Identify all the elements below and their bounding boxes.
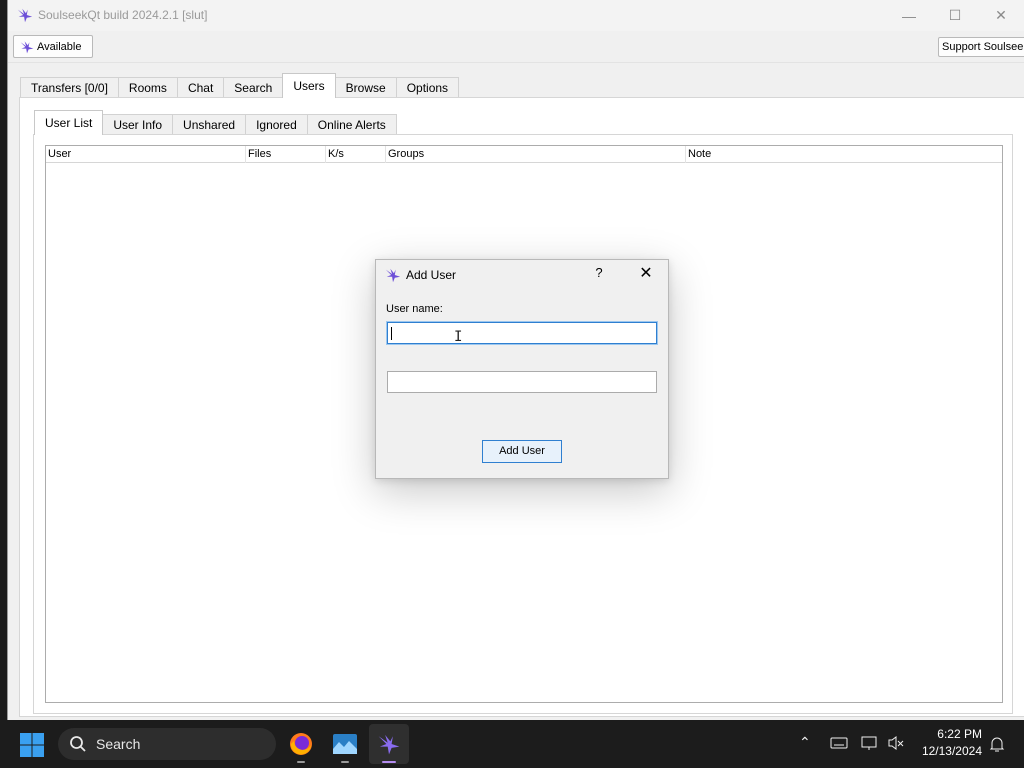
soulseek-bird-icon <box>378 734 400 755</box>
ibeam-cursor-icon: I <box>454 329 463 345</box>
status-button[interactable]: Available <box>13 35 93 58</box>
taskbar-soulseek[interactable] <box>369 724 409 764</box>
volume-muted-icon[interactable] <box>887 735 905 751</box>
soulseek-bird-icon <box>17 8 33 23</box>
search-label: Search <box>96 736 141 752</box>
tab-transfers[interactable]: Transfers [0/0] <box>20 77 119 98</box>
dialog-close-button[interactable]: ✕ <box>634 263 658 285</box>
clock-time: 6:22 PM <box>937 727 982 741</box>
windows-start-icon[interactable] <box>18 731 46 759</box>
text-caret <box>391 327 392 340</box>
running-indicator <box>341 761 349 763</box>
tab-ignored[interactable]: Ignored <box>245 114 308 135</box>
close-window-button[interactable]: ✕ <box>978 0 1024 31</box>
running-indicator <box>297 761 305 763</box>
help-button[interactable]: ? <box>592 265 606 283</box>
status-label: Available <box>37 40 82 53</box>
notification-bell-icon[interactable] <box>989 735 1005 753</box>
close-icon: ✕ <box>995 7 1007 23</box>
network-icon[interactable] <box>861 735 879 751</box>
username-input[interactable] <box>386 321 658 345</box>
minimize-button[interactable]: — <box>886 0 932 31</box>
taskbar-photos[interactable] <box>325 724 365 764</box>
taskbar-firefox[interactable] <box>281 724 321 764</box>
tab-user-list[interactable]: User List <box>34 110 104 135</box>
tab-options[interactable]: Options <box>395 77 460 98</box>
tab-users[interactable]: Users <box>282 73 336 98</box>
tab-chat[interactable]: Chat <box>176 77 225 98</box>
maximize-button[interactable]: ☐ <box>932 0 978 31</box>
toolbar: Available Support Soulseek <box>8 31 1024 63</box>
photos-icon <box>333 734 357 754</box>
taskbar: Search ⌃ 6:22 PM 12/13/2024 <box>0 720 1024 768</box>
window-title: SoulseekQt build 2024.2.1 [slut] <box>38 8 208 22</box>
title-bar[interactable]: SoulseekQt build 2024.2.1 [slut] — ☐ ✕ <box>8 0 1024 31</box>
system-clock[interactable]: 6:22 PM 12/13/2024 <box>910 726 982 760</box>
column-header-user[interactable]: User <box>46 146 246 163</box>
add-user-button[interactable]: Add User <box>482 440 562 463</box>
column-header-files[interactable]: Files <box>246 146 326 163</box>
username-label: User name: <box>386 303 443 315</box>
tab-user-info[interactable]: User Info <box>102 114 174 135</box>
soulseek-bird-icon <box>385 268 401 283</box>
active-indicator <box>382 761 396 763</box>
tab-online-alerts[interactable]: Online Alerts <box>306 114 397 135</box>
minimize-icon: — <box>902 7 916 24</box>
tab-browse[interactable]: Browse <box>334 77 397 98</box>
column-header-note[interactable]: Note <box>686 146 1002 163</box>
soulseek-bird-icon <box>20 40 34 53</box>
main-tab-bar: Transfers [0/0] Rooms Chat Search Users … <box>20 73 460 98</box>
tab-unshared[interactable]: Unshared <box>172 114 247 135</box>
support-soulseek-button[interactable]: Support Soulseek <box>938 37 1024 57</box>
tab-rooms[interactable]: Rooms <box>117 77 178 98</box>
search-icon <box>70 736 86 752</box>
tab-search[interactable]: Search <box>223 77 284 98</box>
secondary-input[interactable] <box>387 371 657 393</box>
dialog-title: Add User <box>406 268 457 282</box>
keyboard-icon[interactable] <box>830 736 848 750</box>
maximize-icon: ☐ <box>948 7 962 23</box>
chevron-up-icon[interactable]: ⌃ <box>799 734 811 751</box>
clock-date: 12/13/2024 <box>921 744 982 758</box>
add-user-dialog: Add User ? ✕ User name: I Add User <box>375 259 669 479</box>
column-header-kbps[interactable]: K/s <box>326 146 386 163</box>
column-header-groups[interactable]: Groups <box>386 146 686 163</box>
table-header: User Files K/s Groups Note <box>46 146 1002 163</box>
users-sub-tab-bar: User List User Info Unshared Ignored Onl… <box>34 110 397 135</box>
firefox-icon <box>290 733 312 755</box>
taskbar-search-box[interactable]: Search <box>58 728 276 760</box>
